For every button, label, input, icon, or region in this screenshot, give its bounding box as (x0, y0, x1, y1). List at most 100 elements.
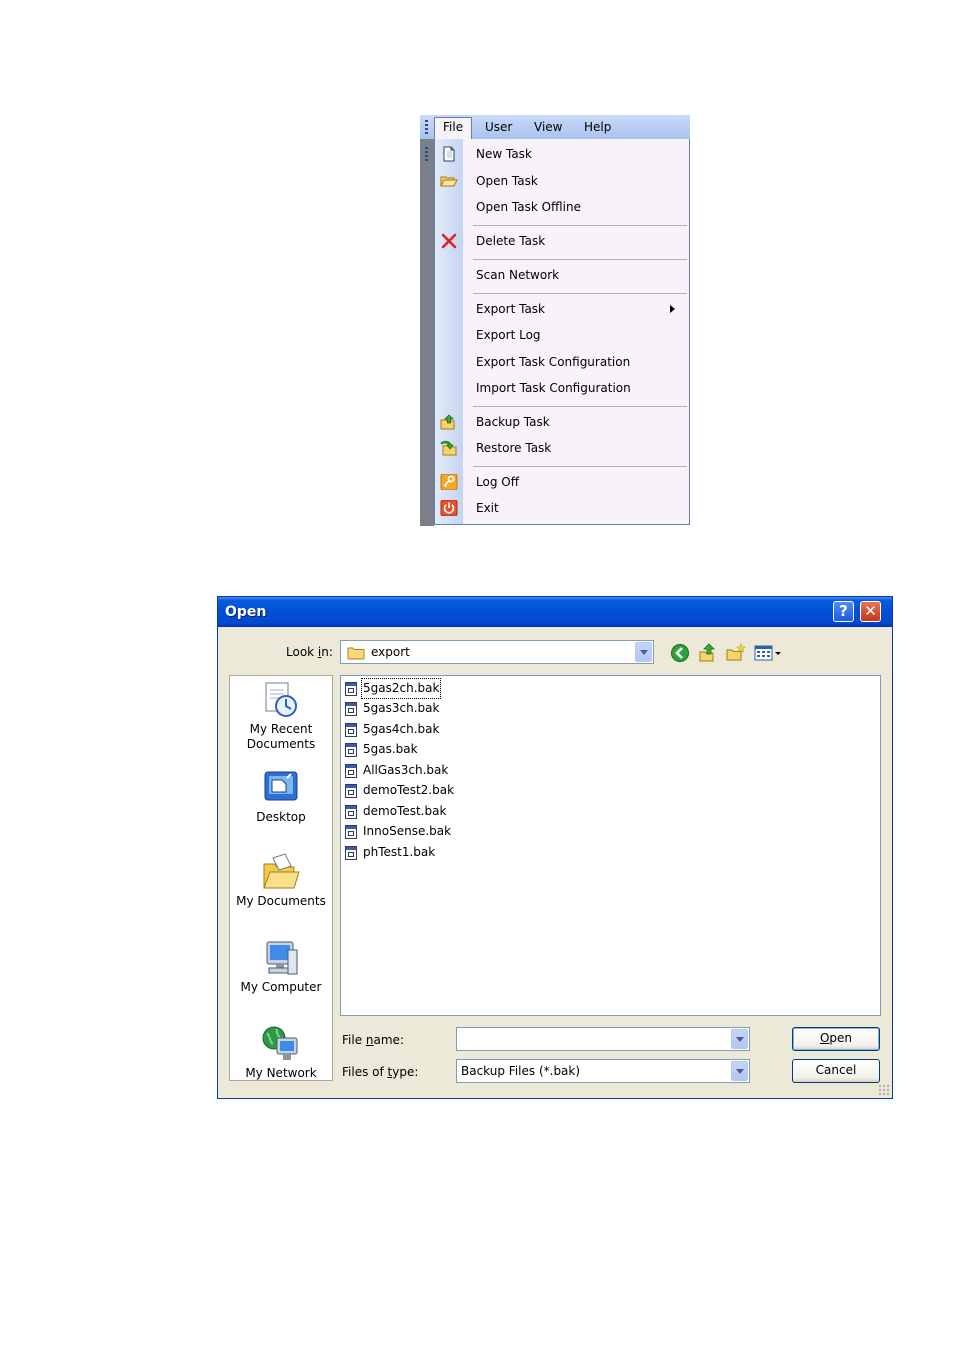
file-name: demoTest2.bak (363, 783, 455, 797)
menu-item-label: Open Task Offline (476, 200, 581, 214)
place-label: My Recent Documents (246, 722, 316, 751)
look-in-label: Look in: (286, 645, 333, 659)
menu-separator (473, 466, 687, 467)
place-label: My Documents (236, 894, 326, 908)
resize-grip-icon[interactable] (878, 1084, 890, 1096)
place-label: My Network (245, 1066, 317, 1080)
power-icon (440, 499, 458, 517)
backup-file-icon (345, 702, 357, 716)
new-folder-icon[interactable] (726, 643, 746, 663)
close-button[interactable]: ✕ (860, 601, 881, 622)
recent-documents-icon (261, 680, 301, 720)
menu-separator (473, 406, 687, 407)
restore-icon (440, 440, 458, 456)
backup-file-icon (345, 682, 357, 696)
places-bar: My Recent Documents Desktop My Documents… (229, 675, 333, 1081)
backup-file-icon (345, 846, 357, 860)
menu-item-label: Export Task Configuration (476, 355, 631, 369)
key-icon (440, 473, 458, 491)
help-button[interactable]: ? (833, 601, 854, 622)
place-label: Desktop (256, 810, 306, 824)
file-name: 5gas.bak (363, 742, 418, 756)
dialog-title: Open (225, 604, 267, 620)
menu-help[interactable]: Help (576, 118, 619, 137)
menu-item-new-task[interactable]: New Task (435, 142, 689, 166)
menu-item-log-off[interactable]: Log Off (435, 470, 689, 494)
menu-item-label: Restore Task (476, 441, 552, 455)
place-my-computer[interactable]: My Computer (230, 938, 332, 995)
place-label: My Computer (240, 980, 322, 994)
menu-item-label: Exit (476, 501, 499, 515)
menu-separator (473, 293, 687, 294)
file-name: 5gas2ch.bak (360, 678, 442, 699)
back-icon[interactable] (670, 643, 690, 663)
toolbar-grip-icon[interactable] (425, 120, 428, 134)
toolbar-strip (420, 139, 434, 526)
menu-item-export-log[interactable]: Export Log (435, 323, 689, 347)
folder-open-icon (440, 173, 458, 189)
menu-item-delete-task[interactable]: Delete Task (435, 229, 689, 253)
file-name: InnoSense.bak (363, 824, 452, 838)
menu-item-scan-network[interactable]: Scan Network (435, 263, 689, 287)
menu-item-label: Import Task Configuration (476, 381, 631, 395)
view-menu-icon[interactable] (754, 643, 786, 663)
place-my-documents[interactable]: My Documents (230, 852, 332, 909)
menu-file[interactable]: File (434, 117, 473, 139)
chevron-down-icon[interactable] (635, 642, 652, 662)
backup-file-icon (345, 723, 357, 737)
menu-item-restore-task[interactable]: Restore Task (435, 436, 689, 460)
menu-view[interactable]: View (526, 118, 570, 137)
submenu-arrow-icon (670, 305, 675, 313)
look-in-value: export (371, 645, 410, 659)
backup-file-icon (345, 784, 357, 798)
place-desktop[interactable]: Desktop (230, 768, 332, 825)
title-bar[interactable]: Open ? ✕ (218, 597, 892, 627)
menu-item-export-task[interactable]: Export Task (435, 297, 689, 321)
menu-item-label: Scan Network (476, 268, 560, 282)
file-list[interactable]: 5gas2ch.bak 5gas3ch.bak 5gas4ch.bak 5gas… (340, 675, 881, 1016)
menu-item-open-task-offline[interactable]: Open Task Offline (435, 195, 689, 219)
file-name: 5gas4ch.bak (363, 722, 440, 736)
place-my-recent-documents[interactable]: My Recent Documents (230, 680, 332, 752)
backup-file-icon (345, 764, 357, 778)
place-my-network[interactable]: My Network (230, 1024, 332, 1081)
menu-item-label: Backup Task (476, 415, 550, 429)
menu-item-export-task-configuration[interactable]: Export Task Configuration (435, 350, 689, 374)
chevron-down-icon[interactable] (731, 1061, 748, 1081)
menu-item-label: New Task (476, 147, 532, 161)
up-one-level-icon[interactable] (698, 643, 718, 663)
folder-icon (347, 646, 365, 663)
look-in-dropdown[interactable]: export (340, 640, 654, 664)
open-dialog: Open ? ✕ Look in: export My Recent Docum… (217, 596, 893, 1099)
my-computer-icon (261, 938, 301, 978)
file-name: AllGas3ch.bak (363, 763, 449, 777)
menu-item-backup-task[interactable]: Backup Task (435, 410, 689, 434)
menu-item-open-task[interactable]: Open Task (435, 169, 689, 193)
file-name-input[interactable] (456, 1027, 750, 1051)
file-name: demoTest.bak (363, 804, 447, 818)
menu-bar: File User View Help (420, 115, 690, 139)
desktop-icon (261, 768, 301, 808)
new-document-icon (440, 146, 458, 162)
file-dropdown: New Task Open Task Open Task Offline Del… (434, 139, 690, 525)
menu-item-label: Log Off (476, 475, 519, 489)
file-name-label: File name: (342, 1033, 404, 1047)
files-of-type-value: Backup Files (*.bak) (461, 1064, 581, 1078)
menu-separator (473, 225, 687, 226)
menu-item-label: Open Task (476, 174, 538, 188)
file-menu: File User View Help New Task Open Task O… (420, 115, 690, 526)
menu-separator (473, 259, 687, 260)
open-button[interactable]: Open (792, 1027, 880, 1051)
menu-item-import-task-configuration[interactable]: Import Task Configuration (435, 376, 689, 400)
toolbar-grip-icon[interactable] (425, 147, 428, 161)
menu-item-label: Export Log (476, 328, 541, 342)
files-of-type-dropdown[interactable]: Backup Files (*.bak) (456, 1059, 750, 1083)
file-name: phTest1.bak (363, 845, 436, 859)
menu-item-exit[interactable]: Exit (435, 496, 689, 520)
my-documents-icon (261, 852, 301, 892)
cancel-button[interactable]: Cancel (792, 1059, 880, 1083)
my-network-icon (261, 1024, 301, 1064)
chevron-down-icon[interactable] (731, 1029, 748, 1049)
file-name: 5gas3ch.bak (363, 701, 440, 715)
menu-user[interactable]: User (477, 118, 520, 137)
